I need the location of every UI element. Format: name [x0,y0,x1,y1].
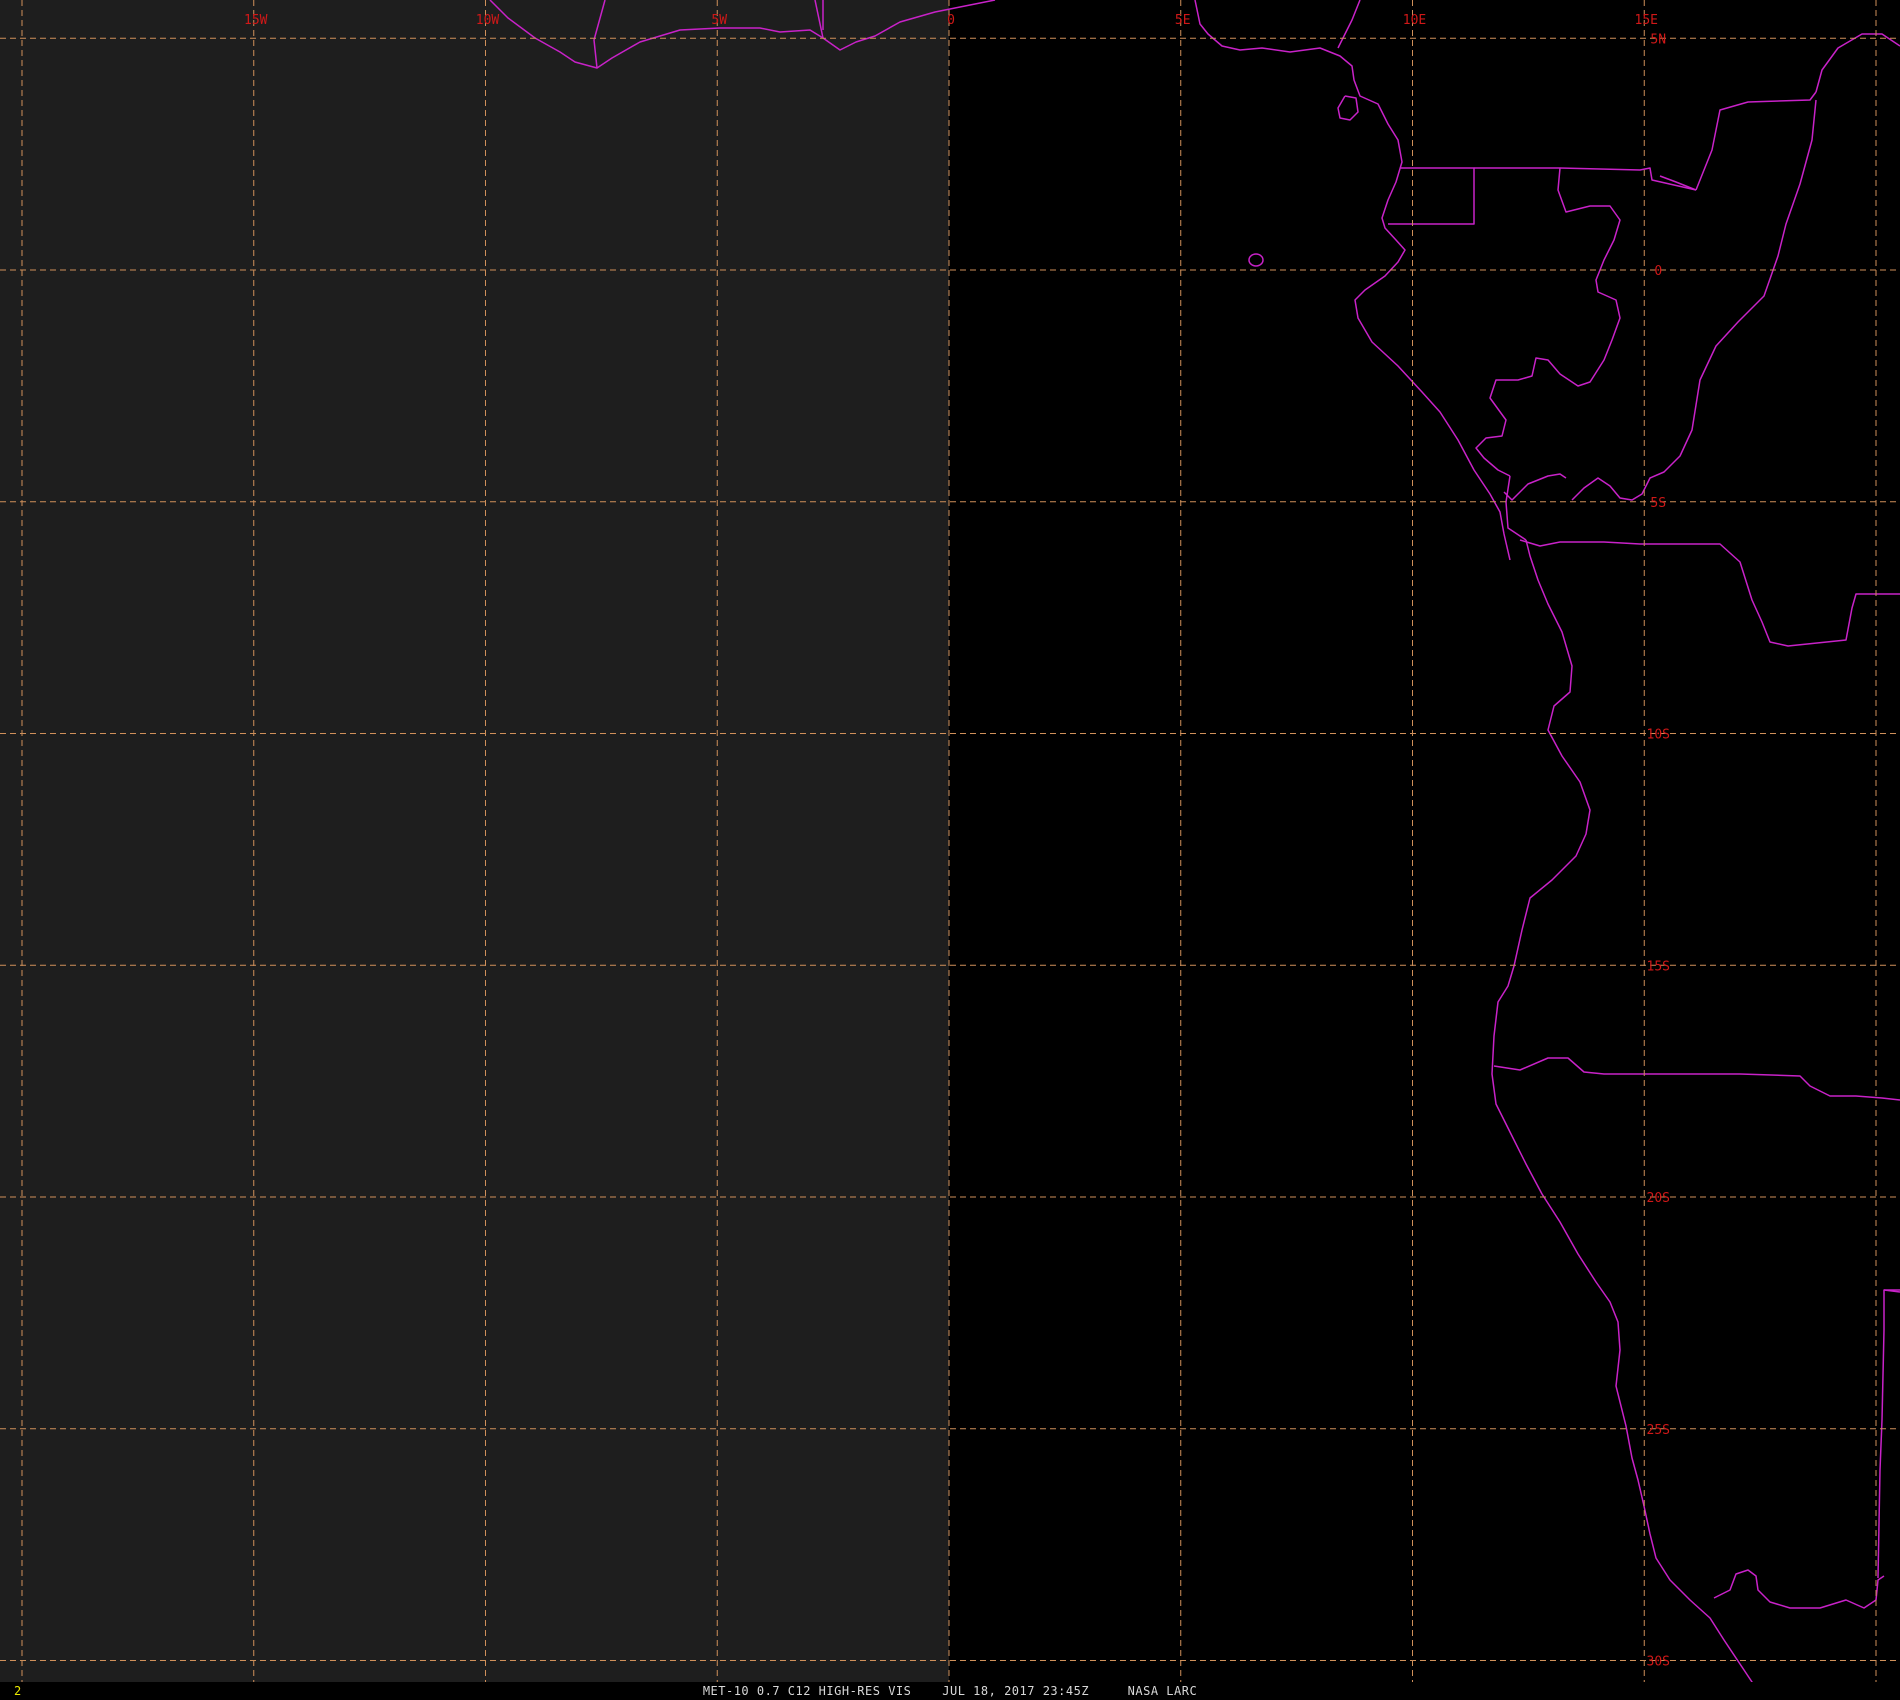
longitude-label: 5E [1175,13,1191,28]
latitude-label: 10S [1647,728,1670,743]
latitude-label: 25S [1647,1423,1670,1438]
longitude-label: 10E [1403,13,1426,28]
longitude-label: 15E [1635,13,1658,28]
latitude-label: 5N [1650,32,1666,47]
latitude-label: 0 [1654,264,1662,279]
longitude-label: 10W [476,13,500,28]
longitude-label: 5W [711,13,727,28]
satellite-map: 15W 10W 5W 0 5E 10E 15E 5N 0 5S 10S 15S 20S 25S 30S [0,0,1900,1700]
latitude-label: 20S [1647,1191,1670,1206]
latitude-label: 5S [1650,496,1666,511]
longitude-label: 0 [947,13,955,28]
no-data-region [0,0,949,1688]
image-caption: MET-10 0.7 C12 HIGH-RES VIS JUL 18, 2017… [702,1684,1198,1698]
latitude-label: 30S [1647,1655,1670,1670]
longitude-label: 15W [244,13,268,28]
latitude-label: 15S [1647,959,1670,974]
